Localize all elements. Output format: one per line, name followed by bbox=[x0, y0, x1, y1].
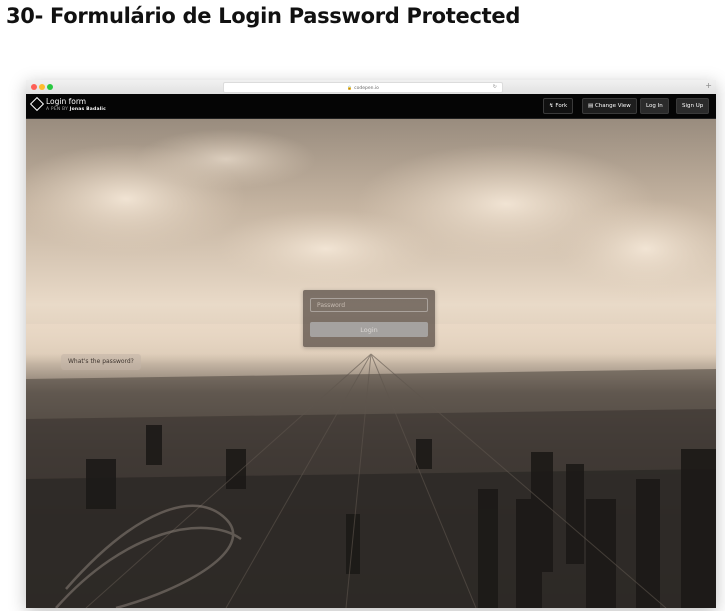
url-text: codepen.io bbox=[354, 86, 379, 91]
browser-chrome: 🔒 codepen.io ↻ + bbox=[26, 80, 716, 95]
browser-window: 🔒 codepen.io ↻ + Login form A PEN BY Jona… bbox=[26, 80, 716, 608]
new-tab-button[interactable]: + bbox=[705, 81, 712, 91]
address-bar[interactable]: 🔒 codepen.io ↻ bbox=[223, 82, 503, 93]
fork-button[interactable]: ↯ Fork bbox=[543, 98, 574, 114]
sign-up-label: Sign Up bbox=[682, 103, 704, 109]
pen-title[interactable]: Login form bbox=[46, 97, 86, 106]
author-link[interactable]: Jonas Badalic bbox=[70, 107, 106, 112]
pen-author: A PEN BY Jonas Badalic bbox=[46, 107, 106, 112]
codepen-logo-icon[interactable] bbox=[29, 96, 45, 112]
minimize-window-button[interactable] bbox=[39, 84, 45, 90]
log-in-button[interactable]: Log In bbox=[640, 98, 669, 114]
close-window-button[interactable] bbox=[31, 84, 37, 90]
city-background: Login What's the password? bbox=[26, 119, 716, 608]
page-title: 30- Formulário de Login Password Protect… bbox=[6, 4, 521, 28]
change-view-label: Change View bbox=[594, 103, 631, 109]
sign-up-button[interactable]: Sign Up bbox=[676, 98, 710, 114]
log-in-label: Log In bbox=[646, 103, 663, 109]
password-input[interactable] bbox=[310, 298, 428, 312]
codepen-header: Login form A PEN BY Jonas Badalic ↯ Fork… bbox=[26, 94, 716, 119]
change-view-button[interactable]: ▤ Change View bbox=[582, 98, 637, 114]
reload-icon[interactable]: ↻ bbox=[493, 83, 497, 92]
login-form: Login bbox=[303, 290, 435, 347]
login-button[interactable]: Login bbox=[310, 322, 428, 337]
fork-icon: ↯ bbox=[549, 103, 554, 109]
password-hint-button[interactable]: What's the password? bbox=[61, 354, 141, 370]
fork-label: Fork bbox=[555, 103, 568, 109]
lock-icon: 🔒 bbox=[347, 85, 353, 90]
maximize-window-button[interactable] bbox=[47, 84, 53, 90]
layout-icon: ▤ bbox=[588, 103, 594, 109]
pen-by-prefix: A PEN BY bbox=[46, 107, 69, 112]
